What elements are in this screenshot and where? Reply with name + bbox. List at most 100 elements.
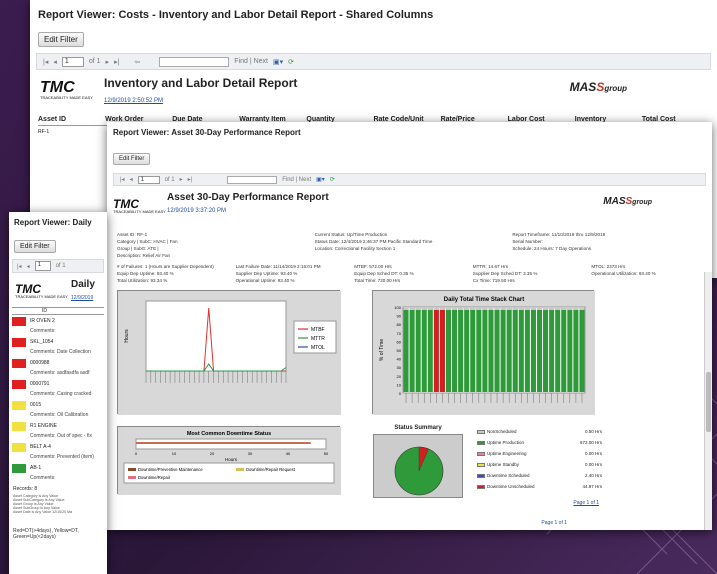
report-date[interactable]: 12/9/2019 2:50:52 PM	[104, 98, 709, 104]
last-page-icon[interactable]: ▸|	[188, 176, 193, 183]
asset-stats-grid: # of Failures: 1 (Hours are Supplier Dep…	[117, 264, 704, 283]
first-page-icon[interactable]: |◂	[43, 58, 48, 66]
find-input[interactable]	[159, 56, 230, 67]
asset-stat: MTTR: 14.67 Hrs	[472, 264, 509, 269]
stack-bar-top	[482, 308, 488, 310]
status-swatch	[477, 429, 485, 434]
stack-bar	[452, 308, 458, 392]
first-page-icon[interactable]: |◂	[120, 176, 125, 183]
row-id: IR OVEN 2	[30, 318, 55, 324]
next-page-icon[interactable]: ▸	[106, 58, 110, 66]
stack-bar-top	[549, 308, 555, 310]
row-id: 0000988	[30, 360, 50, 366]
asset-stat: Operational Uptime: 93.40 %	[235, 278, 295, 283]
page-count: of 1	[88, 58, 101, 65]
stack-bar	[439, 308, 445, 392]
report-viewer-daily-window: Report Viewer: Daily Edit Filter |◂ ◂ 1 o…	[9, 212, 107, 574]
stack-bar	[561, 308, 567, 392]
status-item: Uptime Engineering 0.00 Hrs	[477, 448, 602, 459]
status-page-link[interactable]: Page 1 of 1	[573, 500, 599, 506]
row-comment: Comments:	[30, 475, 56, 481]
page-number-input[interactable]: 1	[34, 261, 51, 271]
asset-field: Serial Number:	[512, 239, 543, 244]
report-date[interactable]: 12/9/2019	[71, 295, 93, 301]
row-id: 0015	[30, 402, 42, 408]
status-legend: NonScheduled 0.50 Hrs Uptime Production 672…	[477, 426, 602, 492]
stack-bar-top	[506, 308, 512, 310]
stack-bar	[458, 308, 464, 392]
status-item: NonScheduled 0.50 Hrs	[477, 426, 602, 437]
charts-area: Hours MTBF MTTR MTOL Daily Total Time Stack…	[107, 284, 707, 530]
asset-stat: Equip Dep Sched DT: 0.35 %	[354, 271, 414, 276]
export-icon[interactable]: ▣▾	[316, 176, 325, 183]
legend-label: Downtime/Repair	[138, 475, 171, 480]
tmc-logo: TMC TRACEABILITY MADE EASY	[40, 79, 93, 100]
edit-filter-button[interactable]: Edit Filter	[113, 153, 151, 165]
status-color-bar	[12, 358, 26, 368]
refresh-icon[interactable]: ⟳	[288, 58, 294, 66]
row-comment: Comments:	[30, 328, 56, 334]
y-tick-label: 80	[397, 322, 402, 327]
report-toolbar: |◂ ◂ 1 of 1 ▸ ▸| Find | Next ▣▾ ⟳	[113, 173, 706, 186]
prev-page-icon[interactable]: ◂	[130, 176, 133, 183]
legend-label: MTOL	[311, 345, 325, 351]
report-toolbar: |◂ ◂ 1 of 1 ▸ ▸| ⇦ Find | Next ▣▾ ⟳	[36, 53, 711, 70]
page-footer[interactable]: Page 1 of 1	[541, 520, 567, 526]
report-date[interactable]: 12/9/2019 3:37:20 PM	[167, 208, 226, 214]
stack-bar-top	[518, 308, 524, 310]
scrollbar[interactable]	[704, 272, 712, 530]
status-pie-chart: Status Summary	[373, 425, 463, 498]
stack-bar	[506, 308, 512, 392]
status-color-bar	[12, 421, 26, 431]
report-title: Asset 30-Day Performance Report	[167, 192, 329, 203]
window-title: Report Viewer: Daily	[14, 218, 92, 227]
next-page-icon[interactable]: ▸	[180, 176, 183, 183]
asset-stat: Total Utilization: 93.34 %	[117, 278, 168, 283]
first-page-icon[interactable]: |◂	[17, 263, 22, 270]
downtime-bar-chart: Most Common Downtime Status 0 10 20 30 40 50 Ho…	[117, 426, 341, 495]
page-count: of 1	[164, 176, 175, 183]
status-swatch	[477, 462, 485, 467]
refresh-icon[interactable]: ⟳	[330, 176, 335, 183]
row-id: SKL_1054	[30, 339, 54, 345]
x-tick-label: 20	[210, 451, 215, 456]
status-swatch	[477, 440, 485, 445]
asset-stat: Cx Time: 719.50 Hrs	[472, 278, 515, 283]
edit-filter-button[interactable]: Edit Filter	[38, 32, 84, 47]
stack-bar	[403, 308, 409, 392]
tmc-logo: TMC TRACEABILITY MADE EASY	[15, 282, 68, 299]
status-item: Uptime Production 672.00 Hrs	[477, 437, 602, 448]
edit-filter-button[interactable]: Edit Filter	[14, 240, 56, 253]
stack-bar	[512, 308, 518, 392]
asset-stat: MTBF: 572.00 Hrs	[354, 264, 392, 269]
stack-bar-top	[415, 308, 421, 310]
row-id: BELT A-4	[30, 444, 51, 450]
asset-field: Asset ID: RF-1	[117, 232, 148, 237]
find-next-link[interactable]: Find | Next	[282, 177, 311, 183]
stack-bar-top	[470, 308, 476, 310]
records-count: Records: 8	[13, 486, 38, 492]
prev-page-icon[interactable]: ◂	[53, 58, 57, 66]
filter-line: Asset Date is Any Value 12/10/20 Ma	[13, 510, 73, 514]
scrollbar-thumb[interactable]	[706, 372, 711, 432]
find-input[interactable]	[227, 175, 278, 184]
last-page-icon[interactable]: ▸|	[114, 58, 119, 66]
stack-bar-top	[524, 308, 530, 310]
window-title: Report Viewer: Asset 30-Day Performance …	[113, 128, 301, 137]
stack-bar	[482, 308, 488, 392]
page-number-input[interactable]: 1	[137, 175, 160, 184]
export-icon[interactable]: ▣▾	[273, 58, 283, 66]
stack-chart-svg: Daily Total Time Stack Chart 100 90 80 70 60 5…	[373, 291, 595, 415]
prev-page-icon[interactable]: ◂	[27, 263, 30, 270]
find-next-link[interactable]: Find | Next	[234, 58, 268, 65]
stack-bar	[530, 308, 536, 392]
page-number-input[interactable]: 1	[61, 56, 84, 67]
back-icon[interactable]: ⇦	[134, 58, 140, 66]
status-label: Uptime Standby	[487, 462, 520, 467]
asset-field: Current Status: Up/Time Production	[314, 232, 388, 237]
stack-bar-top	[403, 308, 409, 310]
status-item: Downtime Unscheduled 44.97 Hrs	[477, 481, 602, 492]
stack-bar	[476, 308, 482, 392]
status-value: 44.97 Hrs	[582, 484, 602, 489]
asset-field: Category | SubC: HVAC | Fan	[117, 239, 178, 244]
